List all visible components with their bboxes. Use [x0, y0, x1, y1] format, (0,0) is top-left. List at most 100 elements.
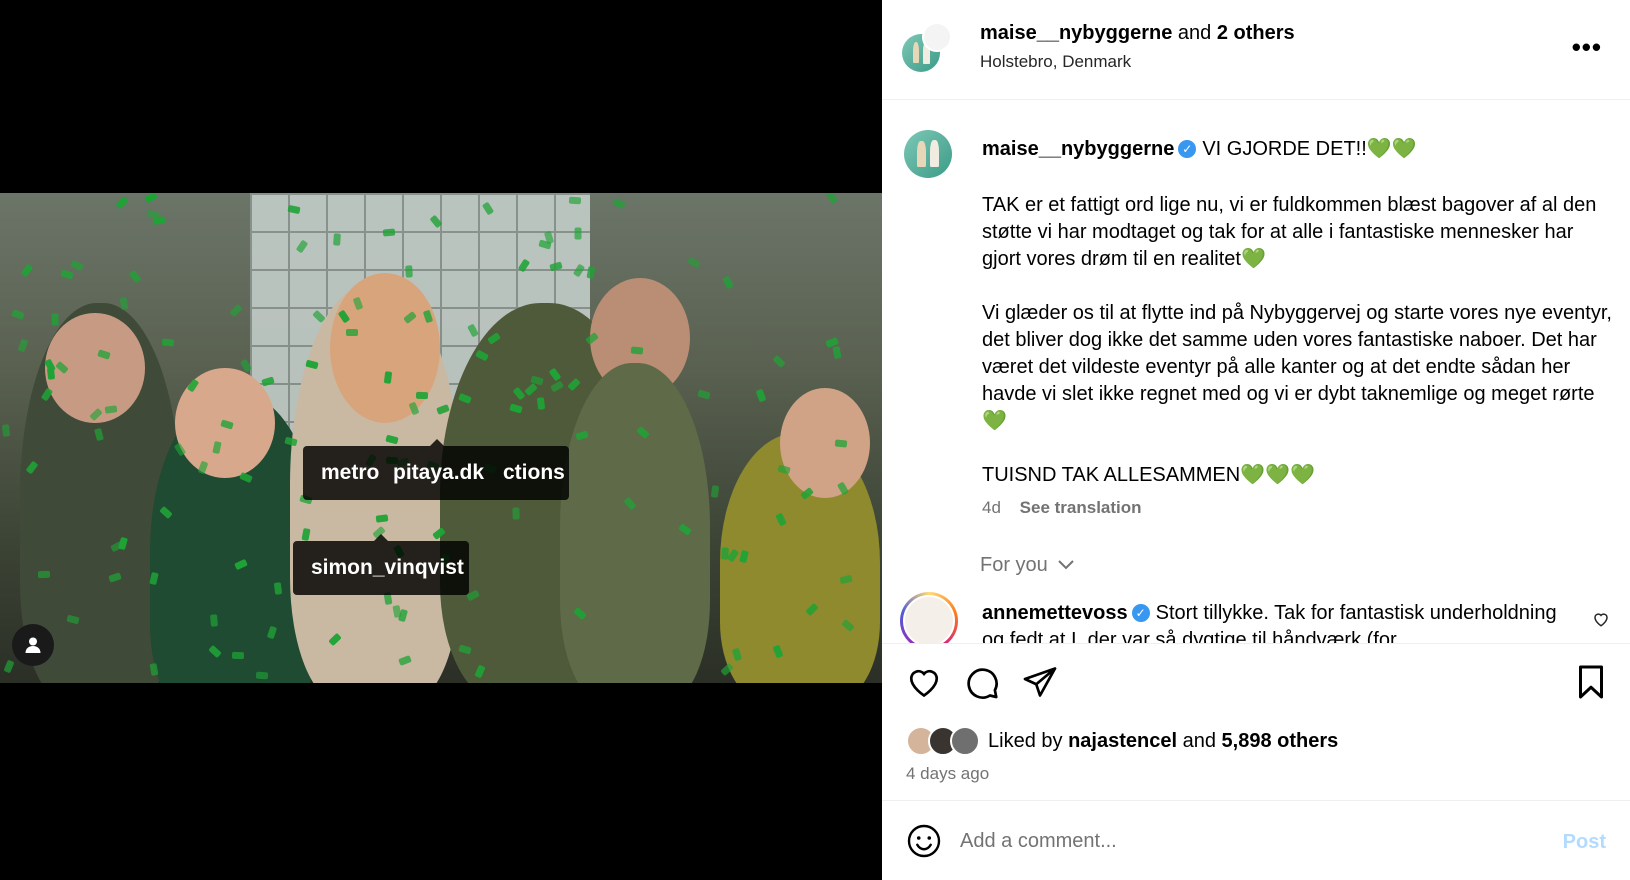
confetti-piece: [512, 507, 520, 520]
caption-username[interactable]: maise__nybyggerne: [982, 138, 1174, 160]
caption-author-avatar[interactable]: [904, 130, 952, 178]
confetti-piece: [722, 275, 734, 290]
post-media[interactable]: metro pitaya.dk ctions simon_vinqvist: [0, 0, 882, 880]
confetti-piece: [834, 439, 848, 448]
photo-tag-simon-vinqvist[interactable]: simon_vinqvist: [293, 541, 469, 595]
liker-avatar: [950, 726, 980, 756]
comment-button[interactable]: [964, 664, 1000, 705]
post-timestamp[interactable]: 4 days ago: [906, 764, 989, 784]
confetti-piece: [568, 196, 582, 205]
photo-tag[interactable]: metro pitaya.dk ctions: [303, 446, 569, 500]
confetti-piece: [415, 391, 429, 400]
confetti-piece: [772, 354, 786, 369]
post-header: maise__nybyggerne and 2 others Holstebro…: [882, 0, 1630, 100]
confetti-piece: [346, 329, 358, 336]
collab-avatar[interactable]: [922, 22, 952, 52]
confetti-piece: [383, 371, 393, 384]
confetti-piece: [20, 263, 34, 278]
caption-body: TAK er et fattigt ord lige nu, vi er ful…: [982, 194, 1612, 486]
more-options-button[interactable]: •••: [1572, 32, 1602, 63]
chevron-down-icon: [1058, 560, 1075, 570]
liker-username[interactable]: najastencel: [1068, 730, 1177, 753]
post-authors: maise__nybyggerne and 2 others: [980, 22, 1295, 45]
comment-input[interactable]: [960, 821, 1500, 861]
confetti-piece: [37, 570, 51, 579]
confetti-piece: [144, 193, 158, 204]
crowd-person: [560, 363, 710, 683]
others-link[interactable]: 2 others: [1217, 22, 1295, 44]
confetti-piece: [612, 197, 626, 210]
caption-header: maise__nybyggerne ✓ VI GJORDE DET!!💚💚: [982, 136, 1417, 161]
confetti-piece: [209, 614, 219, 627]
bookmark-icon: [1579, 665, 1603, 699]
caption-meta: 4d See translation: [982, 498, 1142, 518]
confetti-piece: [11, 309, 25, 320]
comment-item: annemettevoss ✓ Stort tillykke. Tak for fa…: [882, 590, 1630, 643]
confetti-piece: [1, 424, 11, 437]
confetti-piece: [119, 297, 129, 310]
confetti-piece: [229, 303, 243, 318]
heart-icon: [1594, 613, 1608, 627]
confetti-piece: [333, 233, 341, 246]
commenter-avatar[interactable]: [900, 592, 958, 643]
confetti-piece: [231, 651, 245, 660]
liked-by-label: Liked by: [988, 729, 1063, 752]
confetti-piece: [255, 671, 269, 680]
save-button[interactable]: [1574, 664, 1608, 705]
photo-tag-text: ctions: [503, 461, 565, 484]
confetti-piece: [60, 269, 74, 280]
post-location[interactable]: Holstebro, Denmark: [980, 52, 1131, 72]
post-caption: maise__nybyggerne ✓ VI GJORDE DET!!💚💚 TAK …: [882, 100, 1630, 643]
confetti-piece: [586, 265, 596, 280]
confetti-piece: [710, 485, 720, 498]
see-translation-button[interactable]: See translation: [1020, 498, 1142, 517]
confetti-piece: [51, 313, 59, 326]
commenter-username[interactable]: annemettevoss: [982, 602, 1128, 624]
confetti-piece: [3, 659, 15, 674]
tagged-users-button[interactable]: [12, 624, 54, 666]
likes-and: and: [1182, 729, 1216, 752]
confetti-piece: [128, 269, 142, 284]
photo-tag-text: simon_vinqvist: [311, 556, 464, 579]
confetti-piece: [161, 338, 175, 347]
share-button[interactable]: [1022, 664, 1058, 705]
heart-icon: [909, 669, 939, 698]
confetti-piece: [697, 389, 711, 400]
user-icon: [25, 637, 41, 653]
confetti-piece: [574, 227, 582, 240]
comment-bubble-icon: [967, 668, 998, 699]
more-icon: •••: [1571, 32, 1602, 62]
author-username[interactable]: maise__nybyggerne: [980, 22, 1172, 44]
emoji-button[interactable]: [906, 823, 942, 864]
like-button[interactable]: [906, 664, 942, 705]
confetti-piece: [70, 259, 84, 272]
photo-tag-pointer: [430, 439, 444, 446]
liker-avatars: [906, 726, 982, 756]
confetti-piece: [755, 388, 767, 403]
emoji-icon: [907, 824, 941, 858]
confetti-piece: [382, 228, 396, 237]
for-you-label: For you: [980, 554, 1048, 576]
post-photo[interactable]: [0, 193, 882, 683]
add-comment-bar: Post: [882, 800, 1630, 880]
confetti-piece: [273, 582, 283, 595]
caption-age[interactable]: 4d: [982, 498, 1001, 517]
post-side-panel: maise__nybyggerne and 2 others Holstebro…: [882, 0, 1630, 880]
like-comment-button[interactable]: [1592, 610, 1610, 633]
confetti-piece: [630, 346, 644, 355]
confetti-piece: [405, 265, 413, 278]
confetti-piece: [687, 256, 701, 269]
confetti-piece: [115, 195, 129, 210]
for-you-dropdown[interactable]: For you: [980, 554, 1075, 577]
photo-tag-text: pitaya.dk: [393, 461, 485, 484]
verified-badge-icon: ✓: [1131, 604, 1150, 622]
post-actions: Liked by najastencel and 5,898 others 4 …: [882, 643, 1630, 803]
likes-summary: Liked by najastencel and 5,898 others: [906, 724, 1338, 758]
likes-count-link[interactable]: 5,898 others: [1222, 730, 1339, 753]
caption-headline: VI GJORDE DET!!💚💚: [1202, 138, 1417, 160]
post-comment-button[interactable]: Post: [1563, 831, 1606, 854]
paper-plane-icon: [1023, 667, 1057, 697]
crowd-person: [780, 388, 870, 498]
verified-badge-icon: ✓: [1178, 140, 1197, 158]
confetti-piece: [536, 397, 546, 410]
